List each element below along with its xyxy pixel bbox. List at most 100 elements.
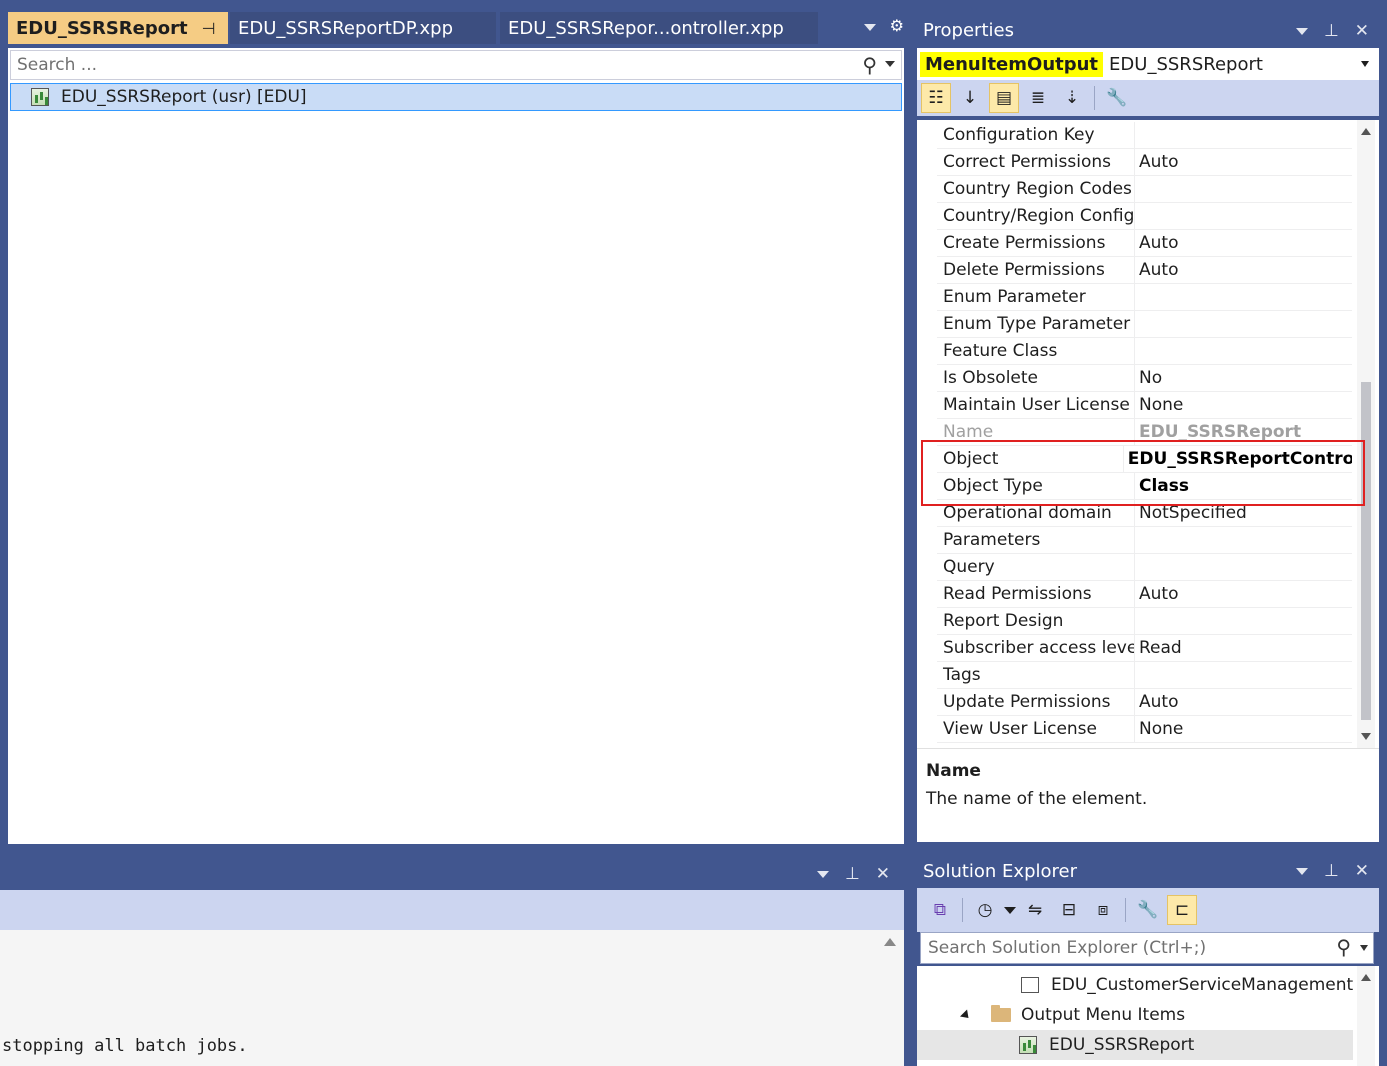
- pin-icon[interactable]: ⊣: [202, 19, 216, 38]
- property-row[interactable]: Query: [937, 554, 1352, 581]
- filter-dropdown-icon[interactable]: [1004, 906, 1016, 914]
- property-name: Create Permissions: [937, 230, 1135, 256]
- expand-arrow-icon[interactable]: [959, 1008, 973, 1022]
- property-row[interactable]: Maintain User License None: [937, 392, 1352, 419]
- events-list-icon[interactable]: ≣: [1023, 83, 1053, 113]
- tab-label: EDU_SSRSReport: [16, 17, 188, 39]
- designer-search-input[interactable]: Search ... ⚲: [10, 50, 902, 80]
- search-options-dropdown-icon[interactable]: [1360, 945, 1368, 951]
- show-all-files-icon[interactable]: ⧈: [1088, 895, 1118, 925]
- annotation-highlight-box: [921, 440, 1365, 506]
- object-type-label: MenuItemOutput: [920, 51, 1104, 77]
- property-row[interactable]: Correct Permissions Auto: [937, 149, 1352, 176]
- tab-edu-ssrsreport-controller[interactable]: EDU_SSRSRepor...ontroller.xpp: [500, 12, 818, 44]
- window-position-dropdown-icon[interactable]: [1295, 27, 1308, 35]
- search-icon[interactable]: ⚲: [862, 53, 877, 77]
- wrench-icon[interactable]: 🔧: [1102, 83, 1132, 113]
- close-icon[interactable]: ✕: [1355, 861, 1369, 881]
- pending-changes-filter-icon[interactable]: ◷: [970, 895, 1000, 925]
- solution-explorer-search-input[interactable]: Search Solution Explorer (Ctrl+;) ⚲: [920, 932, 1374, 964]
- solution-explorer-title: Solution Explorer: [923, 861, 1077, 882]
- property-value[interactable]: Read: [1135, 638, 1182, 658]
- window-position-dropdown-icon[interactable]: [1295, 867, 1308, 875]
- property-row[interactable]: Create Permissions Auto: [937, 230, 1352, 257]
- property-value[interactable]: No: [1135, 368, 1162, 388]
- close-icon[interactable]: ✕: [226, 16, 228, 40]
- tab-label: EDU_SSRSRepor...ontroller.xpp: [508, 17, 784, 39]
- property-row[interactable]: Update Permissions Auto: [937, 689, 1352, 716]
- wrench-icon[interactable]: 🔧: [1133, 895, 1163, 925]
- pin-icon[interactable]: ⊥: [1324, 861, 1339, 881]
- property-row[interactable]: Feature Class: [937, 338, 1352, 365]
- property-row[interactable]: Delete Permissions Auto: [937, 257, 1352, 284]
- designer-tree-item-selected[interactable]: EDU_SSRSReport (usr) [EDU]: [10, 83, 902, 111]
- property-value[interactable]: EDU_SSRSReport: [1135, 422, 1301, 442]
- tab-edu-ssrsreportdp[interactable]: EDU_SSRSReportDP.xpp: [230, 12, 496, 44]
- property-row[interactable]: Parameters: [937, 527, 1352, 554]
- preview-selected-items-icon[interactable]: ⊏: [1167, 895, 1197, 925]
- scroll-down-arrow[interactable]: [1361, 733, 1371, 740]
- scroll-up-arrow[interactable]: [884, 938, 896, 946]
- property-description-pane: Name The name of the element.: [917, 748, 1379, 842]
- solution-explorer-toolbar: ⧉ ◷ ⇋ ⊟ ⧈ 🔧 ⊏: [917, 888, 1379, 932]
- property-value[interactable]: Auto: [1135, 584, 1178, 604]
- property-value[interactable]: Auto: [1135, 233, 1178, 253]
- close-icon[interactable]: ✕: [876, 864, 890, 884]
- scroll-thumb[interactable]: [1361, 382, 1371, 720]
- object-dropdown-icon[interactable]: [1361, 61, 1369, 67]
- property-row[interactable]: Enum Parameter: [937, 284, 1352, 311]
- property-row[interactable]: Country Region Codes: [937, 176, 1352, 203]
- scroll-up-arrow[interactable]: [1361, 974, 1371, 981]
- scroll-up-arrow[interactable]: [1361, 128, 1371, 135]
- tree-item-project[interactable]: EDU_CustomerServiceManagement: [1021, 970, 1353, 1000]
- property-row[interactable]: View User License None: [937, 716, 1352, 743]
- pin-icon[interactable]: ⊥: [1324, 21, 1339, 41]
- property-name: Feature Class: [937, 338, 1135, 364]
- panel-tools: ⊥ ✕: [1295, 21, 1369, 41]
- property-row[interactable]: Country/Region Configu: [937, 203, 1352, 230]
- properties-object-selector[interactable]: MenuItemOutput EDU_SSRSReport: [917, 48, 1379, 80]
- toolbar-separator: [962, 898, 963, 922]
- properties-title: Properties: [923, 20, 1014, 41]
- collapse-all-icon[interactable]: ⊟: [1054, 895, 1084, 925]
- property-value[interactable]: NotSpecified: [1135, 503, 1247, 523]
- property-value[interactable]: None: [1135, 719, 1183, 739]
- tab-edu-ssrsreport[interactable]: EDU_SSRSReport ⊣ ✕: [8, 12, 228, 44]
- tree-item-edu-ssrsreport[interactable]: EDU_SSRSReport: [917, 1030, 1353, 1060]
- property-row[interactable]: Tags: [937, 662, 1352, 689]
- close-icon[interactable]: ✕: [1355, 21, 1369, 41]
- property-value[interactable]: Auto: [1135, 152, 1178, 172]
- property-value[interactable]: Auto: [1135, 692, 1178, 712]
- solution-explorer-tree: EDU_CustomerServiceManagement Output Men…: [917, 966, 1379, 1066]
- menu-item-output-icon: [1019, 1036, 1037, 1054]
- property-row[interactable]: Configuration Key: [937, 122, 1352, 149]
- visual-studio-switch-views-icon[interactable]: ⧉: [925, 895, 955, 925]
- property-row[interactable]: Is Obsolete No: [937, 365, 1352, 392]
- project-icon: [1021, 977, 1039, 993]
- property-row[interactable]: Subscriber access level Read: [937, 635, 1352, 662]
- output-panel: stopping all batch jobs.: [0, 930, 904, 1066]
- window-position-dropdown-icon[interactable]: [816, 870, 829, 878]
- property-value[interactable]: Auto: [1135, 260, 1178, 280]
- sort-icon[interactable]: ⇣: [1057, 83, 1087, 113]
- properties-page-icon[interactable]: ▤: [989, 83, 1019, 113]
- alphabetical-sort-icon[interactable]: ↓: [955, 83, 985, 113]
- property-row[interactable]: Report Design: [937, 608, 1352, 635]
- search-options-dropdown-icon[interactable]: [885, 61, 895, 67]
- property-value[interactable]: None: [1135, 395, 1183, 415]
- menu-item-output-icon: [31, 88, 49, 106]
- tree-item-label: EDU_SSRSReport: [1049, 1035, 1195, 1055]
- property-row[interactable]: Enum Type Parameter: [937, 311, 1352, 338]
- tree-item-output-menu-items[interactable]: Output Menu Items: [959, 1000, 1185, 1030]
- pin-icon[interactable]: ⊥: [845, 864, 860, 884]
- categorized-icon[interactable]: ☷: [921, 83, 951, 113]
- tab-list-dropdown-icon[interactable]: [863, 24, 876, 31]
- property-grid-scrollbar[interactable]: [1357, 120, 1375, 748]
- gear-icon[interactable]: ⚙: [890, 16, 904, 35]
- sync-with-active-document-icon[interactable]: ⇋: [1020, 895, 1050, 925]
- solution-explorer-scrollbar[interactable]: [1357, 966, 1375, 1066]
- property-name: View User License: [937, 716, 1135, 742]
- search-icon[interactable]: ⚲: [1336, 935, 1351, 959]
- folder-icon: [991, 1005, 1011, 1022]
- property-row[interactable]: Read Permissions Auto: [937, 581, 1352, 608]
